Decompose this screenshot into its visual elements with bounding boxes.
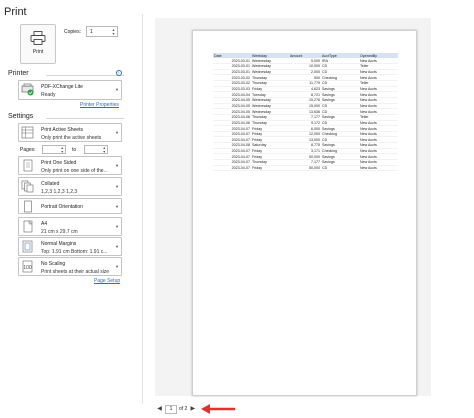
printer-section-divider bbox=[46, 75, 124, 76]
info-icon[interactable]: i bbox=[116, 70, 122, 76]
copies-spinner[interactable]: ▲ ▼ bbox=[111, 28, 116, 36]
pages-label: Pages: bbox=[20, 147, 36, 153]
chevron-down-icon: ▼ bbox=[115, 130, 119, 135]
printer-icon bbox=[30, 31, 46, 45]
sheet-row: 2023-04-07 Friday 50,000 CD New Accts bbox=[213, 165, 398, 172]
sheet-cell: 2023-04-07 bbox=[213, 165, 251, 172]
margins-icon bbox=[22, 240, 33, 253]
portrait-icon bbox=[24, 200, 32, 213]
paper-size-icon bbox=[23, 220, 33, 233]
previous-page-icon[interactable]: ◀ bbox=[156, 405, 163, 414]
paper-size-sub: 21 cm x 29.7 cm bbox=[41, 229, 78, 235]
pages-to-spinner[interactable]: ▲ ▼ bbox=[103, 146, 106, 154]
pages-to-label: to bbox=[72, 147, 77, 153]
printer-properties-link[interactable]: Printer Properties bbox=[80, 102, 119, 108]
sides-sub: Only print on one side of the... bbox=[41, 168, 108, 174]
printer-name: PDF-XChange Lite bbox=[41, 84, 83, 90]
printer-status-icon bbox=[21, 83, 34, 96]
page-setup-link[interactable]: Page Setup bbox=[94, 278, 120, 284]
svg-text:100: 100 bbox=[23, 265, 32, 271]
collated-icon bbox=[21, 180, 34, 193]
collation-sub: 1,2,3 1,2,3 1,2,3 bbox=[41, 189, 78, 195]
collation-select[interactable]: Collated 1,2,3 1,2,3 1,2,3 ▼ bbox=[18, 177, 122, 196]
print-button[interactable]: Print bbox=[20, 24, 56, 64]
copies-value: 1 bbox=[90, 28, 93, 35]
chevron-down-icon: ▼ bbox=[115, 87, 119, 92]
margins-sub: Top: 1.91 cm Bottom: 1.91 c... bbox=[41, 249, 108, 255]
chevron-down-icon: ▼ bbox=[115, 163, 119, 168]
chevron-down-icon: ▼ bbox=[115, 244, 119, 249]
chevron-down-icon: ▼ bbox=[115, 184, 119, 189]
scaling-select[interactable]: 100 No Scaling Print sheets at their act… bbox=[18, 257, 122, 276]
printer-section-title: Printer bbox=[8, 70, 29, 77]
printer-select[interactable]: PDF-XChange Lite Ready ▼ bbox=[18, 80, 122, 100]
annotation-arrow bbox=[201, 404, 236, 414]
sheet-cell: New Accts bbox=[359, 165, 398, 172]
copies-label: Copies: bbox=[64, 29, 81, 35]
scaling-title: No Scaling bbox=[41, 261, 66, 267]
paper-size-select[interactable]: A4 21 cm x 29.7 cm ▼ bbox=[18, 217, 122, 236]
sheet-cell: CD bbox=[321, 165, 359, 172]
active-sheets-icon bbox=[21, 126, 34, 139]
settings-section-divider bbox=[46, 118, 124, 119]
orientation-select[interactable]: Portrait Orientation ▼ bbox=[18, 198, 122, 214]
no-scaling-icon: 100 bbox=[22, 260, 33, 273]
printer-status: Ready bbox=[41, 92, 56, 98]
orientation-title: Portrait Orientation bbox=[41, 204, 83, 210]
sides-title: Print One Sided bbox=[41, 160, 77, 166]
one-sided-icon bbox=[23, 159, 33, 172]
print-what-sub: Only print the active sheets bbox=[41, 135, 102, 141]
chevron-down-icon: ▼ bbox=[115, 204, 119, 209]
page-title: Print bbox=[4, 6, 27, 18]
copies-input[interactable]: 1 ▲ ▼ bbox=[86, 26, 118, 37]
paper-size-title: A4 bbox=[41, 221, 48, 227]
print-what-select[interactable]: Print Active Sheets Only print the activ… bbox=[18, 123, 122, 142]
pages-from-input[interactable]: ▲ ▼ bbox=[42, 145, 66, 154]
page-count: of 2 bbox=[179, 406, 188, 412]
sheet-preview-table: Date Weekday Amount AcctType OpenedBy 20… bbox=[213, 53, 398, 172]
settings-panel: Print Print Copies: 1 ▲ ▼ Printer i PDF-X… bbox=[0, 0, 156, 418]
margins-title: Normal Margins bbox=[41, 241, 77, 247]
chevron-down-icon: ▼ bbox=[115, 224, 119, 229]
panel-divider bbox=[142, 14, 143, 404]
pages-from-spinner[interactable]: ▲ ▼ bbox=[61, 146, 64, 154]
page-navigator: ◀ 1 of 2 ▶ bbox=[156, 404, 196, 414]
scaling-sub: Print sheets at their actual size bbox=[41, 269, 110, 275]
pages-to-input[interactable]: ▲ ▼ bbox=[84, 145, 108, 154]
next-page-icon[interactable]: ▶ bbox=[189, 405, 196, 414]
margins-select[interactable]: Normal Margins Top: 1.91 cm Bottom: 1.91… bbox=[18, 237, 122, 256]
print-button-label: Print bbox=[32, 49, 44, 55]
current-page-value: 1 bbox=[169, 406, 173, 412]
current-page-input[interactable]: 1 bbox=[165, 404, 177, 414]
print-what-title: Print Active Sheets bbox=[41, 127, 83, 133]
sheet-cell: Friday bbox=[251, 165, 289, 172]
sides-select[interactable]: Print One Sided Only print on one side o… bbox=[18, 156, 122, 175]
settings-section-title: Settings bbox=[8, 113, 34, 120]
collation-title: Collated bbox=[41, 181, 60, 187]
chevron-down-icon: ▼ bbox=[115, 264, 119, 269]
sheet-cell: 50,000 bbox=[289, 165, 321, 172]
